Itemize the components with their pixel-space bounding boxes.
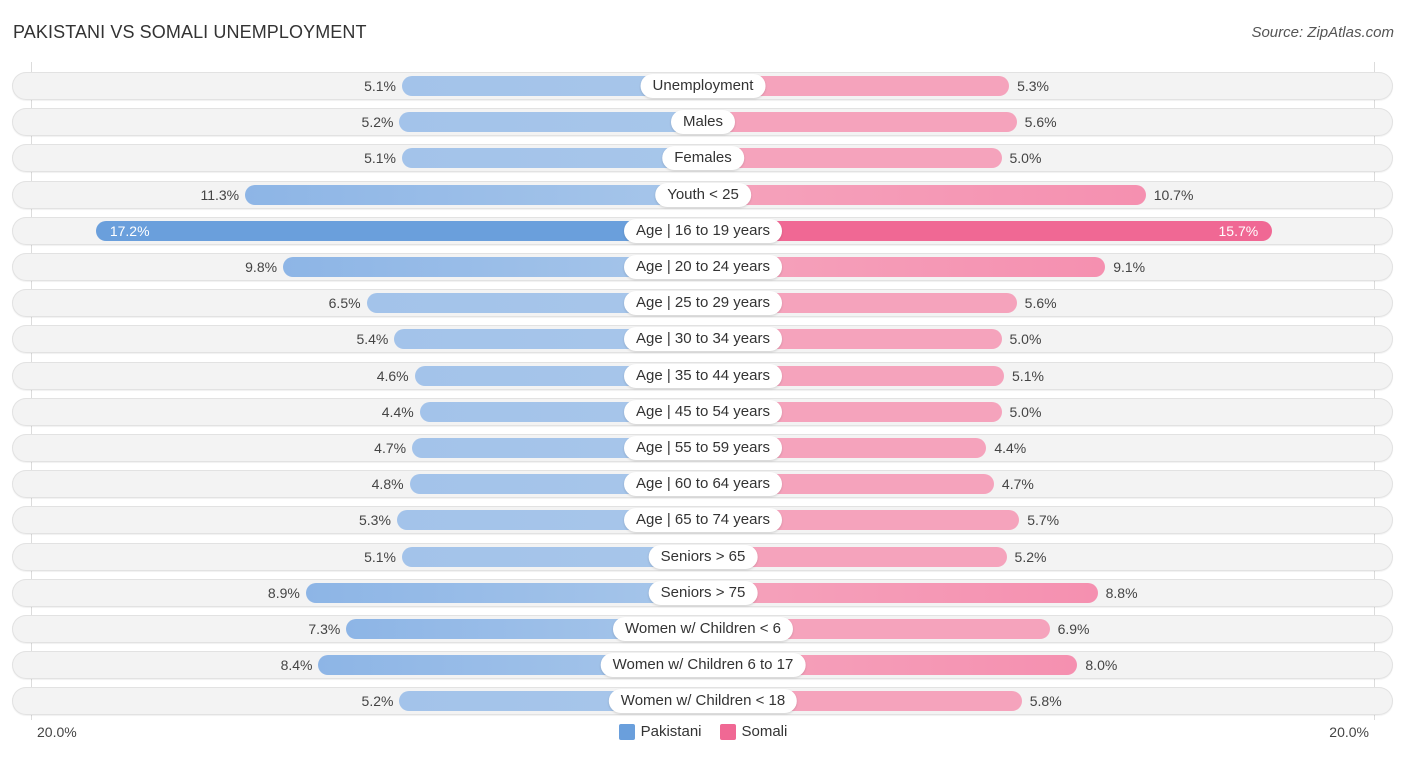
bar-somali[interactable] bbox=[703, 184, 1146, 205]
chart-title: PAKISTANI VS SOMALI UNEMPLOYMENT bbox=[13, 22, 367, 42]
category-label: Age | 45 to 54 years bbox=[624, 399, 782, 424]
value-label-somali: 5.3% bbox=[1017, 78, 1049, 94]
value-label-somali: 8.0% bbox=[1085, 657, 1118, 674]
value-label-pakistani: 6.5% bbox=[328, 295, 361, 312]
value-label-somali: 5.1% bbox=[1012, 367, 1044, 384]
value-label-pakistani: 7.3% bbox=[308, 621, 341, 637]
bar-somali[interactable] bbox=[703, 148, 1002, 169]
category-label: Women w/ Children 6 to 17 bbox=[600, 653, 806, 678]
legend-item-pakistani[interactable]: Pakistani bbox=[618, 723, 702, 740]
category-label: Women w/ Children < 6 bbox=[612, 617, 794, 641]
value-label-pakistani: 5.1% bbox=[364, 548, 396, 565]
value-label-pakistani: 5.4% bbox=[356, 331, 389, 348]
value-label-somali: 4.7% bbox=[1001, 476, 1034, 493]
value-label-somali: 5.0% bbox=[1009, 331, 1042, 348]
category-label: Age | 55 to 59 years bbox=[624, 436, 782, 460]
chart-row: 5.2% 5.6% Males bbox=[12, 108, 1393, 137]
category-label: Age | 20 to 24 years bbox=[624, 255, 782, 279]
value-label-somali: 5.0% bbox=[1009, 150, 1042, 167]
category-label: Age | 16 to 19 years bbox=[624, 218, 782, 243]
bar-pakistani[interactable] bbox=[399, 112, 703, 133]
category-label: Seniors > 65 bbox=[648, 544, 758, 569]
category-label: Age | 35 to 44 years bbox=[624, 363, 782, 388]
chart-row: 4.8% 4.7% Age | 60 to 64 years bbox=[12, 470, 1393, 499]
value-label-somali: 8.8% bbox=[1105, 584, 1138, 601]
category-label: Youth < 25 bbox=[655, 182, 751, 207]
bar-somali[interactable] bbox=[703, 582, 1098, 603]
legend-label-somali: Somali bbox=[741, 723, 788, 740]
value-label-pakistani: 9.8% bbox=[245, 259, 278, 275]
bar-pakistani[interactable] bbox=[305, 582, 703, 603]
legend-swatch-somali bbox=[719, 723, 736, 740]
legend-item-somali[interactable]: Somali bbox=[719, 723, 788, 740]
value-label-pakistani: 5.2% bbox=[361, 693, 394, 710]
chart-row: 4.7% 4.4% Age | 55 to 59 years bbox=[12, 434, 1393, 462]
category-label: Females bbox=[662, 146, 744, 171]
value-label-pakistani: 5.2% bbox=[361, 114, 394, 131]
chart-row: 4.6% 5.1% Age | 35 to 44 years bbox=[12, 361, 1393, 390]
chart-row: 8.4% 8.0% Women w/ Children 6 to 17 bbox=[12, 651, 1393, 680]
value-label-somali: 5.0% bbox=[1009, 403, 1042, 420]
value-label-pakistani: 11.3% bbox=[200, 186, 240, 203]
bar-pakistani[interactable] bbox=[95, 220, 703, 241]
value-label-somali: 5.6% bbox=[1024, 295, 1057, 312]
value-label-pakistani: 4.6% bbox=[376, 367, 409, 384]
value-label-pakistani: 5.1% bbox=[364, 78, 396, 94]
chart-row: 5.4% 5.0% Age | 30 to 34 years bbox=[12, 325, 1393, 354]
chart-row: 5.1% 5.3% Unemployment bbox=[12, 72, 1393, 100]
legend: Pakistani Somali bbox=[0, 723, 1406, 740]
chart-row: 11.3% 10.7% Youth < 25 bbox=[12, 180, 1393, 209]
chart-row: 17.2% 15.7% Age | 16 to 19 years bbox=[12, 216, 1393, 245]
value-label-somali: 4.4% bbox=[994, 440, 1027, 456]
chart-row: 5.1% 5.0% Females bbox=[12, 144, 1393, 173]
value-label-somali: 5.8% bbox=[1029, 693, 1062, 710]
category-label: Age | 30 to 34 years bbox=[624, 327, 782, 352]
value-label-pakistani: 4.7% bbox=[374, 440, 407, 456]
value-label-somali: 15.7% bbox=[1218, 222, 1259, 239]
value-label-pakistani: 5.3% bbox=[359, 512, 391, 529]
category-label: Males bbox=[670, 110, 736, 135]
bar-pakistani[interactable] bbox=[401, 148, 703, 169]
bar-somali[interactable] bbox=[703, 220, 1273, 241]
value-label-pakistani: 4.8% bbox=[371, 476, 404, 493]
chart-row: 9.8% 9.1% Age | 20 to 24 years bbox=[12, 253, 1393, 281]
value-label-somali: 5.2% bbox=[1014, 548, 1047, 565]
chart-row: 4.4% 5.0% Age | 45 to 54 years bbox=[12, 397, 1393, 426]
legend-swatch-pakistani bbox=[618, 723, 635, 740]
chart-row: 5.1% 5.2% Seniors > 65 bbox=[12, 542, 1393, 571]
value-label-somali: 6.9% bbox=[1057, 621, 1090, 637]
category-label: Women w/ Children < 18 bbox=[608, 689, 798, 714]
category-label: Unemployment bbox=[640, 74, 766, 98]
value-label-somali: 9.1% bbox=[1113, 259, 1146, 275]
chart-row: 6.5% 5.6% Age | 25 to 29 years bbox=[12, 289, 1393, 318]
value-label-pakistani: 5.1% bbox=[364, 150, 396, 167]
value-label-somali: 10.7% bbox=[1153, 186, 1194, 203]
category-label: Seniors > 75 bbox=[648, 580, 758, 605]
value-label-pakistani: 4.4% bbox=[381, 403, 414, 420]
source-label: Source: ZipAtlas.com bbox=[1251, 24, 1394, 41]
category-label: Age | 65 to 74 years bbox=[624, 508, 782, 533]
bar-somali[interactable] bbox=[703, 112, 1017, 133]
category-label: Age | 60 to 64 years bbox=[624, 472, 782, 497]
chart-row: 5.3% 5.7% Age | 65 to 74 years bbox=[12, 506, 1393, 535]
bar-pakistani[interactable] bbox=[245, 184, 703, 205]
chart-row: 8.9% 8.8% Seniors > 75 bbox=[12, 578, 1393, 607]
chart-row: 5.2% 5.8% Women w/ Children < 18 bbox=[12, 687, 1393, 716]
legend-label-pakistani: Pakistani bbox=[640, 723, 702, 740]
chart-row: 7.3% 6.9% Women w/ Children < 6 bbox=[12, 615, 1393, 643]
value-label-somali: 5.7% bbox=[1027, 512, 1060, 529]
value-label-pakistani: 8.9% bbox=[267, 584, 300, 601]
value-label-somali: 5.6% bbox=[1024, 114, 1057, 131]
value-label-pakistani: 17.2% bbox=[109, 222, 150, 239]
value-label-pakistani: 8.4% bbox=[280, 657, 313, 674]
category-label: Age | 25 to 29 years bbox=[624, 291, 782, 316]
